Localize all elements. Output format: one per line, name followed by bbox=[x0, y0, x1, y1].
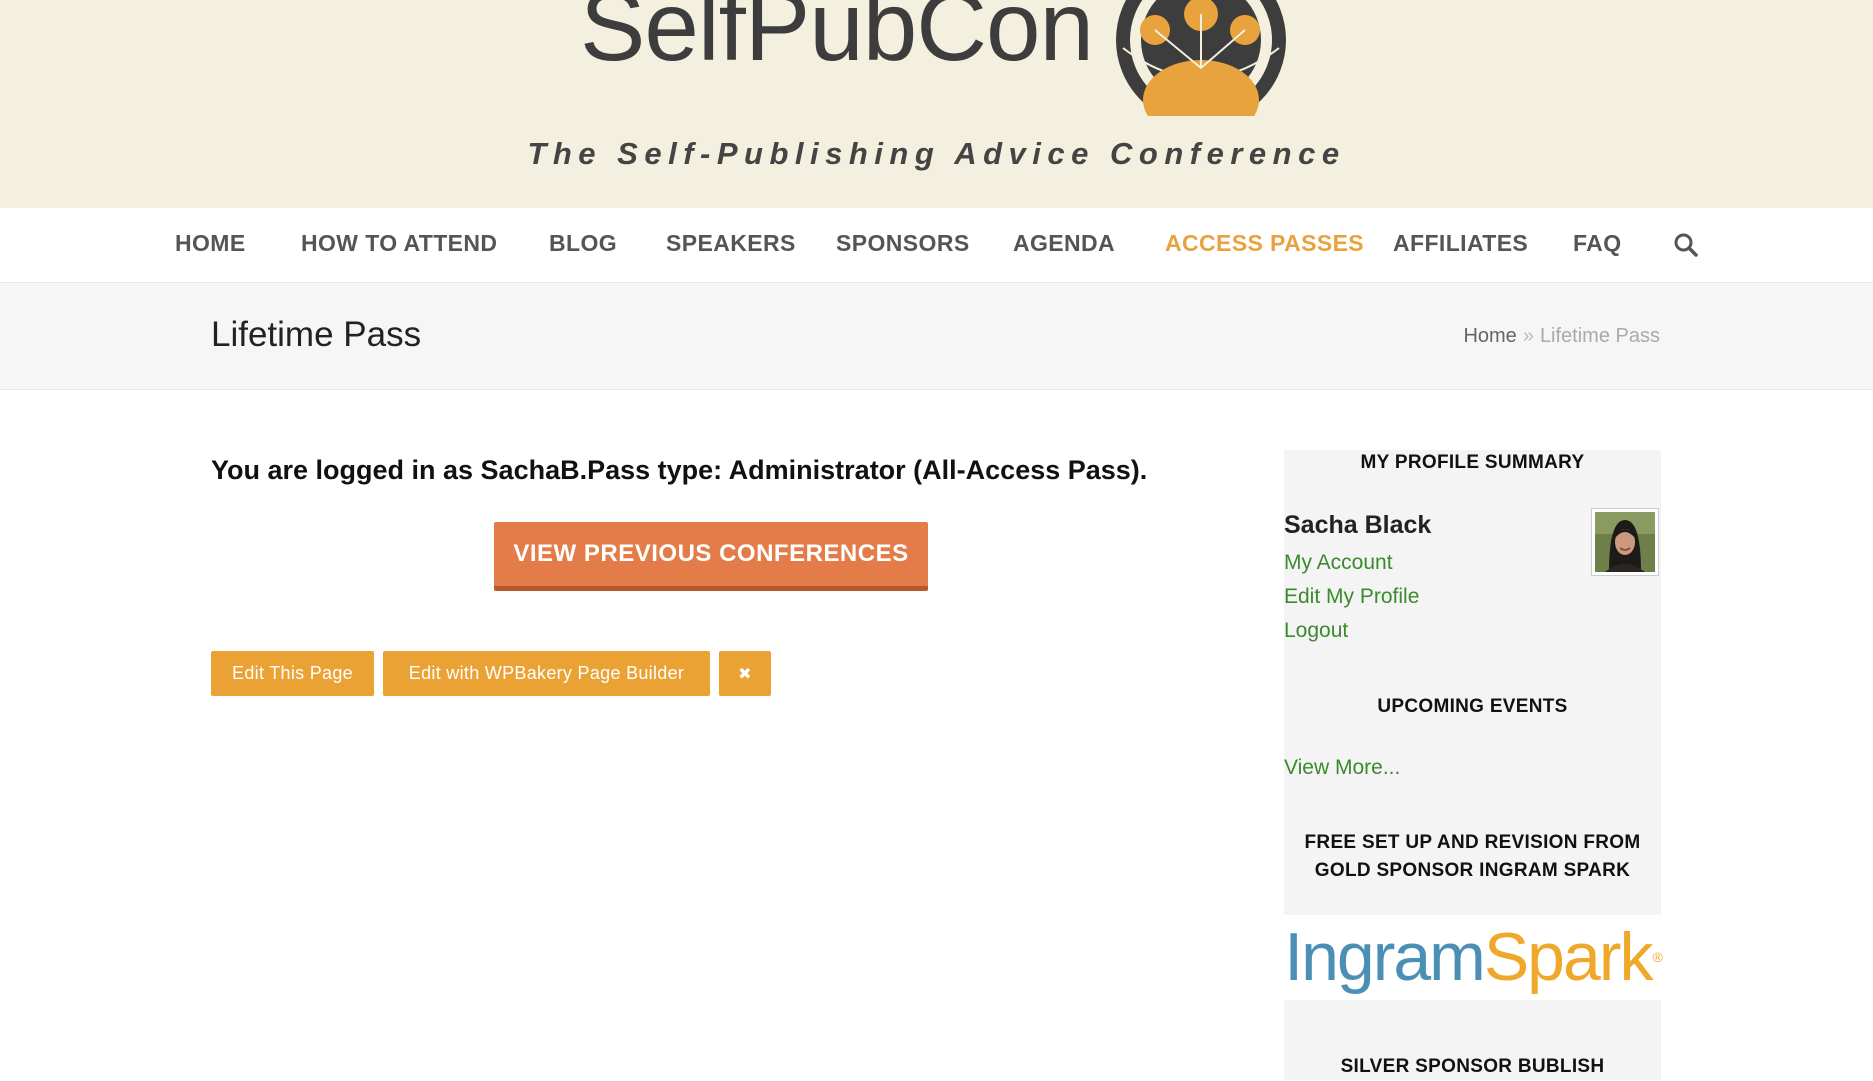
nav-item-blog[interactable]: BLOG bbox=[549, 230, 617, 257]
nav-item-agenda[interactable]: AGENDA bbox=[1013, 230, 1115, 257]
site-header: SelfPubCon The Self-Publishing Advice Co… bbox=[0, 0, 1873, 208]
silver-sponsor-title: SILVER SPONSOR BUBLISH bbox=[1340, 1056, 1605, 1077]
logo-globe-icon[interactable] bbox=[1113, 0, 1289, 116]
nav-item-affiliates[interactable]: AFFILIATES bbox=[1393, 230, 1528, 257]
edit-my-profile-link[interactable]: Edit My Profile bbox=[1284, 585, 1419, 609]
breadcrumb-separator: » bbox=[1522, 325, 1534, 347]
nav-item-home[interactable]: HOME bbox=[175, 230, 246, 257]
avatar-photo-icon bbox=[1595, 512, 1655, 572]
page-title-bar: Lifetime Pass Home» Lifetime Pass bbox=[0, 283, 1873, 390]
site-logo-text[interactable]: SelfPubCon bbox=[580, 0, 1094, 83]
nav-item-how-to-attend[interactable]: HOW TO ATTEND bbox=[301, 230, 497, 257]
nav-item-access-passes[interactable]: ACCESS PASSES bbox=[1165, 230, 1364, 257]
gold-sponsor-title: FREE SET UP AND REVISION FROM GOLD SPONS… bbox=[1284, 829, 1661, 885]
my-account-link[interactable]: My Account bbox=[1284, 551, 1393, 575]
ingram-logo-part2: Spark bbox=[1483, 919, 1654, 995]
nav-item-faq[interactable]: FAQ bbox=[1573, 230, 1621, 257]
edit-with-wpbakery-button[interactable]: Edit with WPBakery Page Builder bbox=[383, 651, 710, 696]
view-previous-conferences-button[interactable]: VIEW PREVIOUS CONFERENCES bbox=[494, 522, 928, 591]
nav-item-sponsors[interactable]: SPONSORS bbox=[836, 230, 970, 257]
search-icon[interactable] bbox=[1673, 232, 1699, 258]
close-icon[interactable]: ✖ bbox=[719, 651, 771, 696]
edit-this-page-button[interactable]: Edit This Page bbox=[211, 651, 374, 696]
ingram-logo-part1: Ingram bbox=[1284, 919, 1486, 995]
registered-mark: ® bbox=[1652, 949, 1662, 965]
main-navigation: HOME HOW TO ATTEND BLOG SPEAKERS SPONSOR… bbox=[0, 208, 1873, 283]
page-title: Lifetime Pass bbox=[211, 315, 422, 354]
nav-item-speakers[interactable]: SPEAKERS bbox=[666, 230, 796, 257]
gold-sponsor-title-line1: FREE SET UP AND REVISION FROM bbox=[1304, 832, 1641, 853]
profile-summary-title: MY PROFILE SUMMARY bbox=[1360, 452, 1585, 473]
logout-link[interactable]: Logout bbox=[1284, 619, 1348, 643]
view-more-events-link[interactable]: View More... bbox=[1284, 756, 1400, 780]
site-tagline: The Self-Publishing Advice Conference bbox=[527, 136, 1346, 171]
breadcrumb: Home » Lifetime Pass bbox=[1463, 325, 1660, 348]
upcoming-events-title: UPCOMING EVENTS bbox=[1377, 696, 1568, 717]
breadcrumb-current: Lifetime Pass bbox=[1539, 325, 1660, 347]
login-status-message: You are logged in as SachaB.Pass type: A… bbox=[211, 455, 1148, 485]
breadcrumb-home-link[interactable]: Home bbox=[1463, 325, 1516, 347]
profile-name: Sacha Black bbox=[1284, 511, 1432, 539]
ingram-spark-logo[interactable]: Ingram Spark ® bbox=[1284, 916, 1663, 998]
avatar[interactable] bbox=[1591, 508, 1659, 576]
gold-sponsor-title-line2: GOLD SPONSOR INGRAM SPARK bbox=[1314, 860, 1631, 881]
